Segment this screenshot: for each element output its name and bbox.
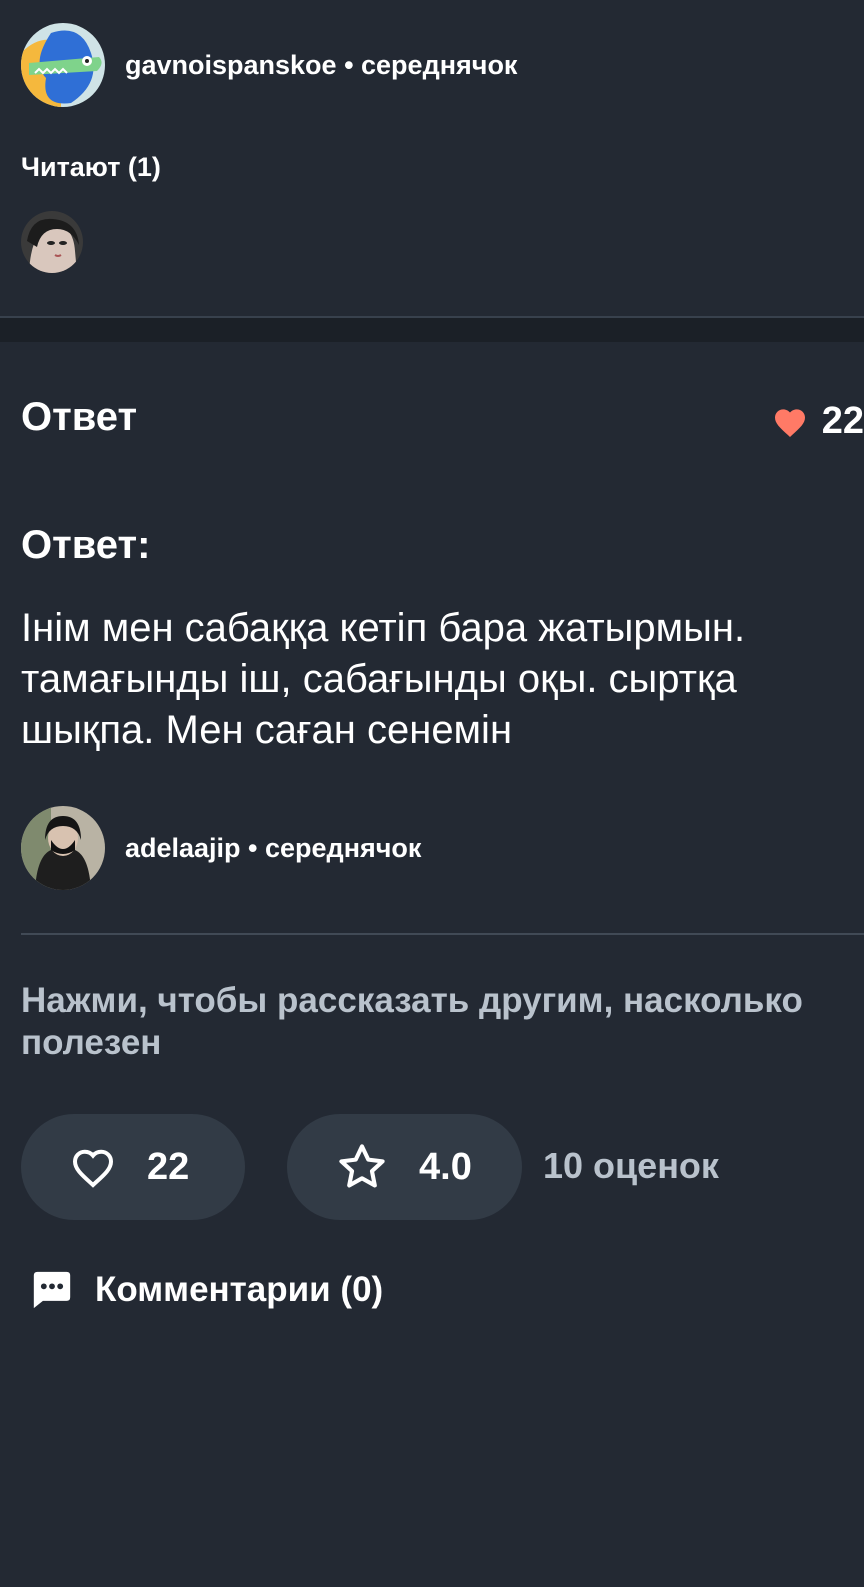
ratings-count: 10 оценок [543,1145,719,1186]
readers-title: Читают (1) [21,152,161,182]
heart-filled-icon [774,408,805,437]
answer-text: Інім мен сабаққа кетіп бара жатырмын. та… [21,603,864,756]
reader-avatar[interactable] [21,211,83,273]
author-avatar[interactable] [21,23,105,107]
comments-label[interactable]: Комментарии (0) [95,1270,383,1310]
rate-prompt: Нажми, чтобы рассказать другим, наскольк… [21,980,864,1064]
comments-link[interactable]: Комментарии (0) [30,1270,383,1310]
rate-prompt-line: Нажми, чтобы рассказать другим, наскольк… [21,981,803,1020]
answer-likes-count: 22 [821,400,864,442]
section-divider [0,316,864,342]
star-outline-icon [339,1144,385,1188]
rate-button[interactable]: 4.0 [287,1114,522,1220]
like-button[interactable]: 22 [21,1114,245,1220]
question-author[interactable]: gavnoispanskoe • середнячок [21,23,517,107]
answer-line: тамағынды іш, сабағынды оқы. сыртқа [21,657,737,701]
rate-prompt-line: полезен [21,1023,162,1062]
answer-label: Ответ: [21,523,151,567]
answer-author-name-rank[interactable]: adelaajip • середнячок [125,833,421,864]
answer-line: шықпа. Мен саған сенемін [21,708,513,752]
heart-outline-icon [72,1149,114,1188]
answer-page: gavnoispanskoe • середнячок Читают (1) О… [0,0,864,1587]
rating-value: 4.0 [419,1145,472,1188]
answer-header: Ответ [21,395,138,439]
answer-line: Інім мен сабаққа кетіп бара жатырмын. [21,606,746,650]
answer-author[interactable]: adelaajip • середнячок [21,806,421,890]
answer-likes: 22 [772,400,864,443]
answer-author-avatar[interactable] [21,806,105,890]
author-name-rank[interactable]: gavnoispanskoe • середнячок [125,50,517,81]
comment-icon [33,1271,71,1309]
like-count: 22 [147,1145,190,1188]
divider [21,933,864,935]
